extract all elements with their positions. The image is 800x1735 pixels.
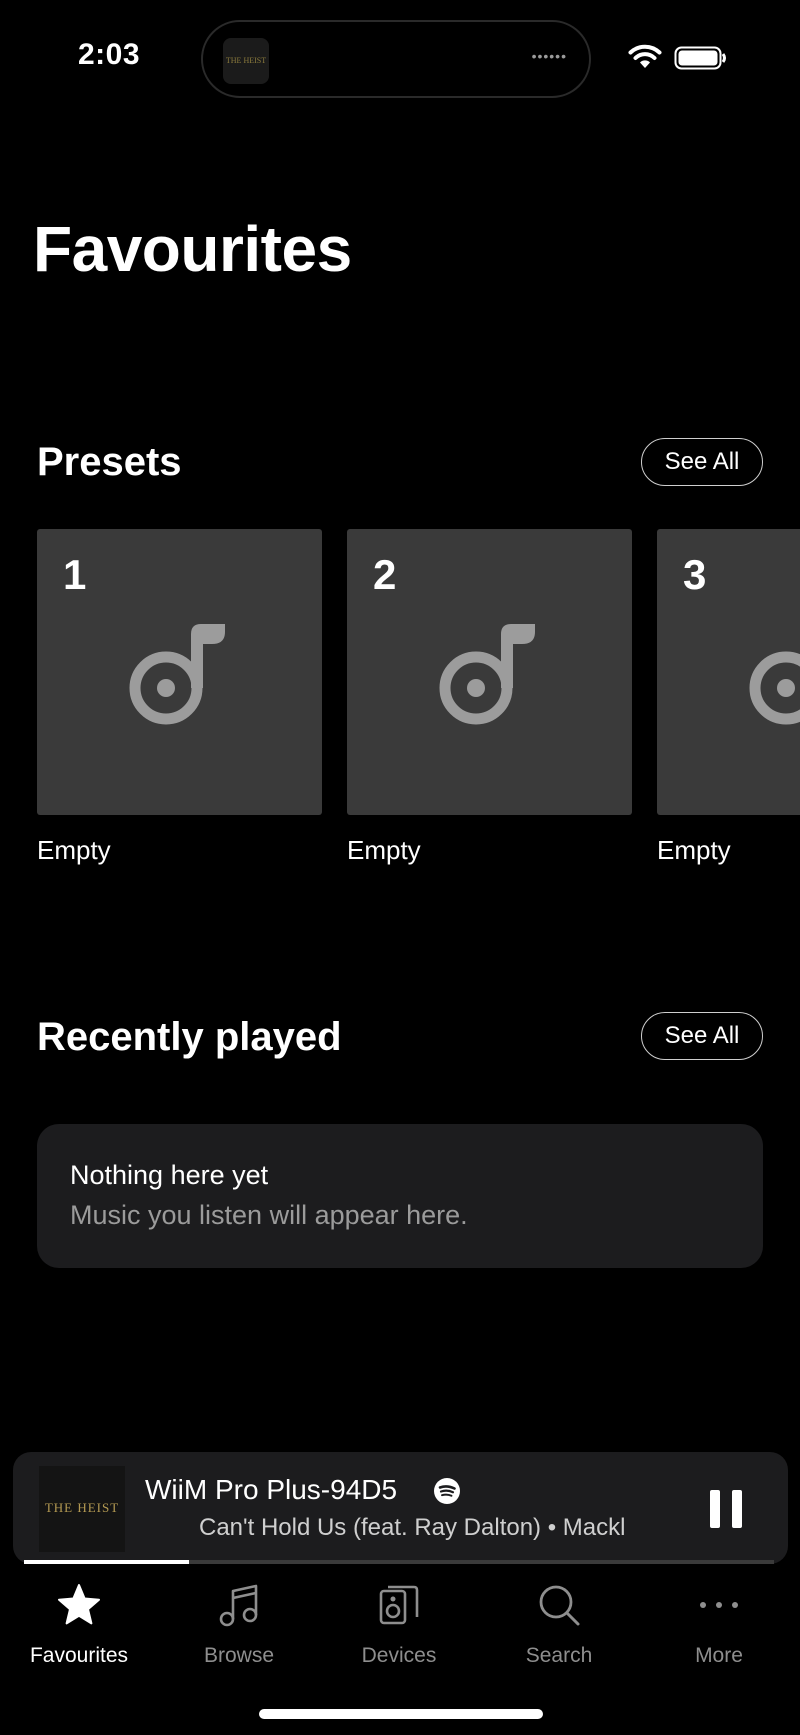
star-icon [58, 1584, 100, 1625]
mini-player[interactable]: THE HEIST WiiM Pro Plus-94D5 Can't Hold … [13, 1452, 788, 1564]
now-playing-device: WiiM Pro Plus-94D5 [145, 1474, 398, 1505]
music-note-icon [439, 624, 535, 725]
preset-label: Empty [347, 835, 421, 865]
speaker-icon [379, 1585, 419, 1625]
tab-search[interactable]: Search [484, 1580, 634, 1668]
spotify-icon [434, 1478, 460, 1504]
tab-label: Search [525, 1644, 593, 1667]
playback-progress-fill [24, 1560, 189, 1564]
island-activity-dots: •••••• [531, 48, 567, 64]
dynamic-island[interactable]: THE HEIST •••••• [201, 20, 591, 98]
recently-played-heading: Recently played [37, 1015, 342, 1059]
presets-carousel[interactable]: 1 Empty 2 Empty 3 Empty [37, 529, 800, 869]
preset-tile[interactable]: 1 [37, 529, 322, 815]
tab-label: Favourites [29, 1644, 129, 1667]
battery-icon [674, 46, 726, 70]
wifi-icon [628, 44, 662, 68]
tab-browse[interactable]: Browse [164, 1580, 314, 1668]
status-time: 2:03 [78, 38, 141, 71]
preset-item[interactable]: 1 Empty [37, 529, 322, 866]
pause-icon [732, 1490, 742, 1528]
now-playing-track: Can't Hold Us (feat. Ray Dalton) • Mackl [199, 1514, 626, 1541]
presets-see-all-button[interactable]: See All [641, 438, 763, 486]
empty-state-subtitle: Music you listen will appear here. [70, 1200, 468, 1230]
recently-played-empty-card: Nothing here yet Music you listen will a… [37, 1124, 763, 1268]
music-notes-icon [219, 1584, 258, 1627]
island-art-text: THE HEIST [225, 56, 267, 65]
tab-label: More [695, 1644, 743, 1667]
tab-more[interactable]: More [644, 1580, 794, 1668]
pause-icon [710, 1490, 720, 1528]
music-note-icon [129, 624, 225, 725]
page-title: Favourites [33, 213, 352, 285]
island-album-art: THE HEIST [223, 38, 269, 84]
preset-item[interactable]: 2 Empty [347, 529, 632, 866]
search-icon [539, 1585, 580, 1626]
tab-label: Devices [361, 1644, 437, 1667]
preset-label: Empty [657, 835, 731, 865]
album-art-text: THE HEIST [44, 1500, 120, 1515]
pause-button[interactable] [710, 1490, 744, 1528]
empty-state-title: Nothing here yet [70, 1160, 269, 1190]
preset-item[interactable]: 3 Empty [657, 529, 800, 866]
preset-tile[interactable]: 3 [657, 529, 800, 815]
now-playing-track-marquee: Can't Hold Us (feat. Ray Dalton) • Mackl [199, 1514, 687, 1542]
preset-number: 1 [63, 551, 87, 598]
more-icon [700, 1602, 738, 1608]
presets-heading: Presets [37, 440, 182, 484]
preset-tile[interactable]: 2 [347, 529, 632, 815]
music-note-icon [749, 651, 800, 725]
preset-number: 2 [373, 551, 397, 598]
preset-number: 3 [683, 551, 707, 598]
preset-label: Empty [37, 835, 111, 865]
home-indicator[interactable] [259, 1709, 543, 1719]
tab-label: Browse [203, 1644, 275, 1667]
tab-favourites[interactable]: Favourites [4, 1580, 154, 1668]
recently-played-see-all-button[interactable]: See All [641, 1012, 763, 1060]
album-art[interactable]: THE HEIST [39, 1466, 125, 1552]
playback-progress-bar[interactable] [24, 1560, 774, 1564]
tab-devices[interactable]: Devices [324, 1580, 474, 1668]
